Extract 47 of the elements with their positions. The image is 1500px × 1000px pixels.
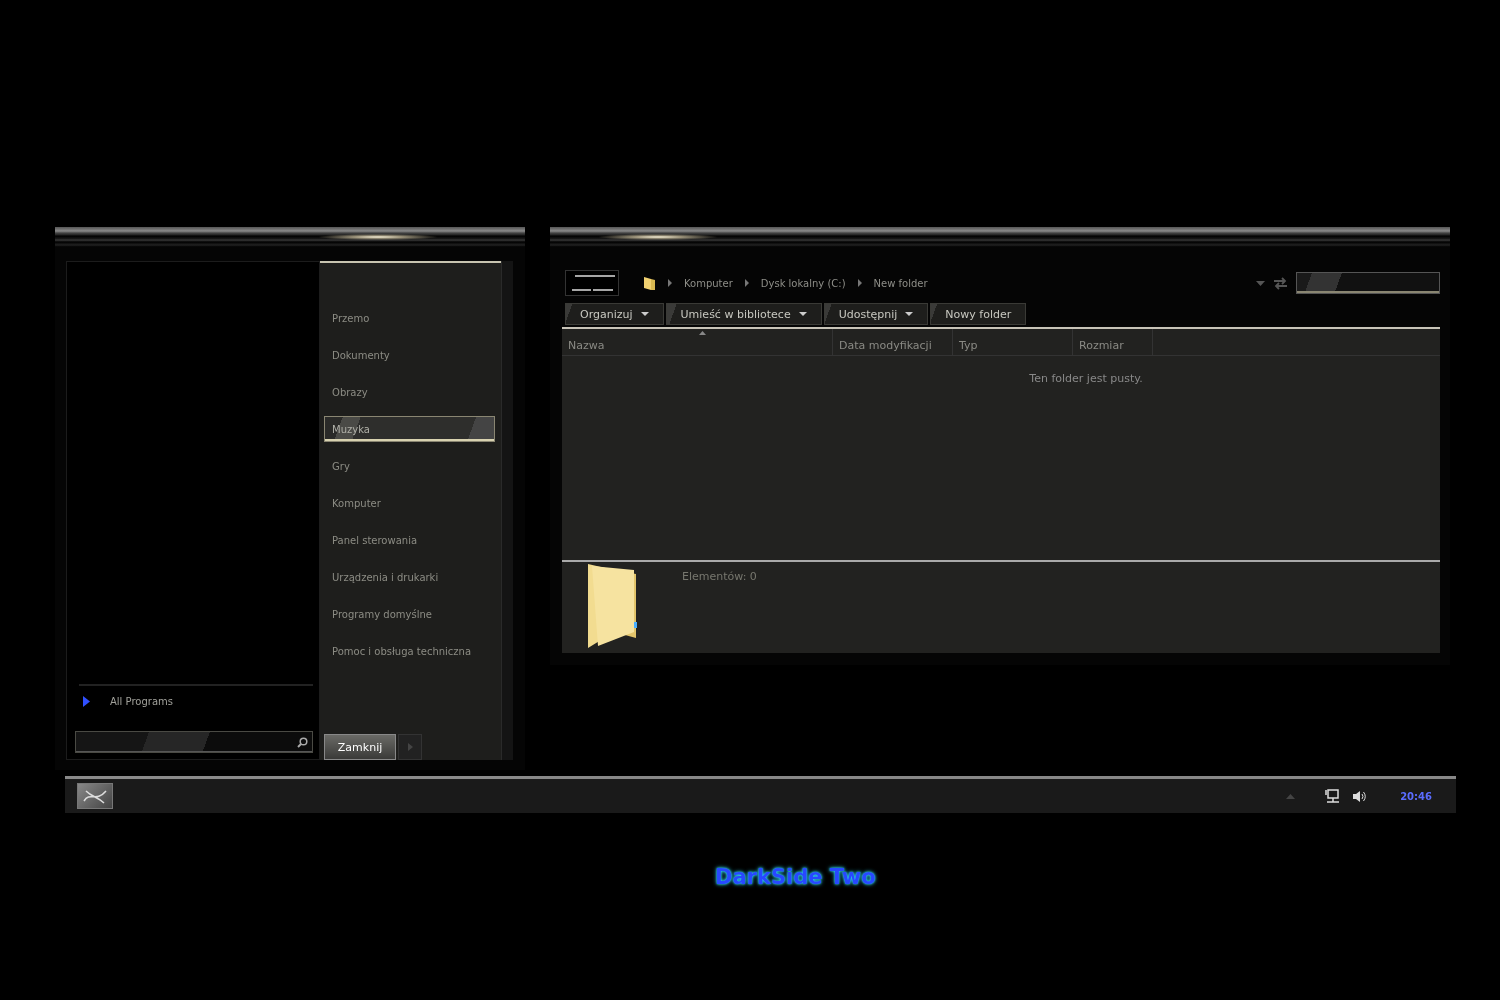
chevron-icon[interactable] — [857, 279, 862, 287]
toolbar-button[interactable]: Udostępnij — [823, 303, 929, 325]
empty-folder-message: Ten folder jest pusty. — [1029, 372, 1143, 385]
breadcrumb-item[interactable]: Dysk lokalny (C:) — [760, 277, 846, 289]
triangle-icon — [83, 696, 90, 707]
column-header[interactable]: Data modyfikacji — [833, 329, 953, 355]
network-icon[interactable] — [1325, 789, 1341, 803]
caret-icon — [798, 312, 807, 316]
menu-item[interactable]: Dokumenty — [324, 342, 495, 368]
refresh-icon[interactable] — [1273, 276, 1288, 290]
folder-icon — [643, 275, 656, 291]
toolbar-button[interactable]: Umieść w bibliotece — [665, 303, 822, 325]
column-header[interactable]: Nazwa — [562, 329, 833, 355]
dropdown-arrow-icon[interactable] — [1256, 280, 1265, 286]
caret-icon — [905, 312, 914, 316]
column-header[interactable]: Rozmiar — [1073, 329, 1153, 355]
menu-item[interactable]: Obrazy — [324, 379, 495, 405]
caret-icon — [640, 312, 649, 316]
menu-item[interactable]: Komputer — [324, 490, 495, 516]
theme-title: DarkSide Two — [715, 865, 876, 889]
breadcrumb-item[interactable]: New folder — [873, 277, 928, 289]
menu-item[interactable]: Muzyka — [324, 416, 495, 442]
start-button[interactable] — [77, 783, 113, 809]
speaker-icon[interactable] — [1352, 789, 1367, 803]
search-field[interactable] — [1296, 272, 1440, 294]
search-icon — [297, 736, 309, 748]
all-programs-link[interactable]: All Programs — [110, 696, 173, 707]
menu-item[interactable]: Panel sterowania — [324, 527, 495, 553]
column-header[interactable]: Typ — [953, 329, 1073, 355]
toolbar-button[interactable]: Nowy folder — [930, 303, 1027, 325]
shutdown-button[interactable]: Zamknij — [324, 734, 397, 760]
menu-item[interactable]: Gry — [324, 453, 495, 479]
clock[interactable]: 20:46 — [1400, 790, 1432, 802]
toolbar-button[interactable]: Organizuj — [565, 303, 664, 325]
chevron-icon[interactable] — [744, 279, 749, 287]
menu-item[interactable]: Programy domyślne — [324, 601, 495, 627]
sort-arrow-icon — [699, 331, 706, 335]
triangle-icon — [407, 743, 413, 751]
item-count: Elementów: 0 — [682, 570, 757, 585]
search-field[interactable] — [75, 731, 314, 753]
chevron-icon[interactable] — [668, 279, 672, 287]
navigation-buttons-drawing[interactable] — [565, 270, 619, 296]
menu-item[interactable]: Przemo — [324, 305, 495, 331]
breadcrumb-item[interactable]: Komputer — [684, 277, 733, 289]
menu-item[interactable]: Pomoc i obsługa techniczna — [324, 638, 495, 664]
menu-item[interactable]: Urządzenia i drukarki — [324, 564, 495, 590]
logo-icon — [82, 787, 108, 805]
